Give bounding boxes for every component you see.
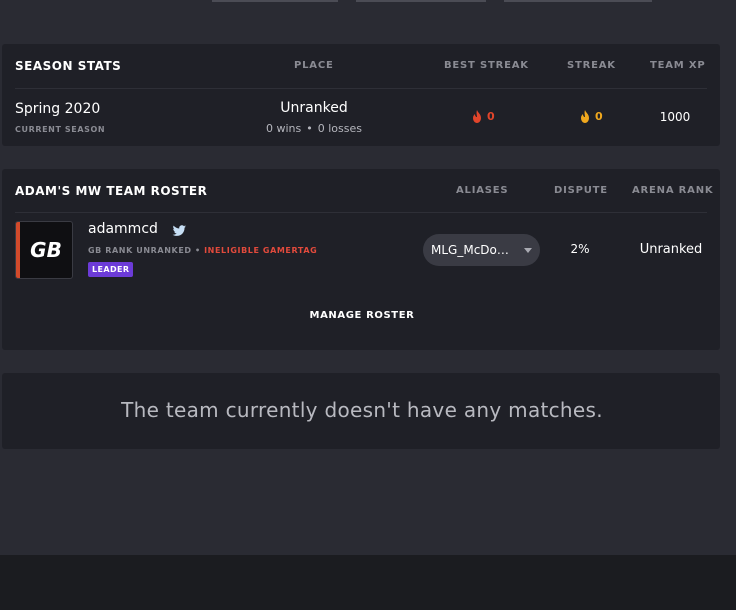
win-loss-record: 0 wins • 0 losses (242, 122, 386, 135)
manage-roster-button[interactable]: MANAGE ROSTER (292, 310, 432, 321)
season-stats-card: SEASON STATS PLACE BEST STREAK STREAK TE… (2, 44, 720, 146)
tab-indicator[interactable] (356, 0, 486, 2)
wins-count: 0 wins (265, 122, 302, 135)
streak-value: 0 (595, 110, 603, 123)
matches-card: The team currently doesn't have any matc… (2, 373, 720, 449)
separator-dot: • (306, 122, 313, 135)
alias-selected-value: MLG_McDo… (431, 243, 509, 257)
streak-cell: 0 (580, 110, 603, 123)
season-name: Spring 2020 (15, 101, 101, 117)
empty-matches-message: The team currently doesn't have any matc… (121, 398, 603, 422)
streak-header: STREAK (567, 60, 616, 71)
aliases-header: ALIASES (456, 185, 509, 196)
gb-logo: GB (30, 238, 62, 262)
tab-indicator[interactable] (504, 0, 652, 2)
team-roster-card: ADAM'S MW TEAM ROSTER ALIASES DISPUTE AR… (2, 169, 720, 350)
ineligible-gamertag-warning: INELIGIBLE GAMERTAG (204, 246, 318, 255)
losses-count: 0 losses (317, 122, 362, 135)
divider (15, 212, 707, 213)
arena-rank-header: ARENA RANK (632, 185, 714, 196)
player-name[interactable]: adammcd (88, 221, 158, 237)
twitter-icon[interactable] (171, 223, 187, 239)
player-rank-line: GB RANK UNRANKED • INELIGIBLE GAMERTAG (88, 246, 318, 255)
footer-bar (0, 555, 736, 610)
best-streak-cell: 0 (472, 110, 495, 123)
leader-badge: LEADER (88, 262, 134, 277)
gb-rank: GB RANK UNRANKED (88, 246, 192, 255)
caret-down-icon (524, 248, 532, 253)
avatar-logo-text: GB (30, 238, 62, 262)
best-streak-value: 0 (487, 110, 495, 123)
season-stats-title: SEASON STATS (15, 59, 122, 73)
team-xp-header: TEAM XP (650, 60, 706, 71)
divider (15, 88, 707, 89)
season-subtitle: CURRENT SEASON (15, 125, 106, 134)
team-avatar[interactable]: GB (15, 221, 73, 279)
place-value: Unranked (280, 100, 348, 116)
arena-rank-value: Unranked (639, 242, 703, 257)
flame-icon (473, 110, 481, 123)
best-streak-header: BEST STREAK (444, 60, 529, 71)
dispute-value: 2% (570, 242, 590, 256)
top-tab-indicators (0, 0, 736, 2)
avatar-stripe (16, 222, 20, 278)
flame-icon (581, 110, 589, 123)
team-xp-value: 1000 (659, 110, 691, 124)
roster-title: ADAM'S MW TEAM ROSTER (15, 184, 208, 198)
alias-dropdown[interactable]: MLG_McDo… (423, 234, 540, 266)
dispute-header: DISPUTE (554, 185, 608, 196)
place-header: PLACE (294, 60, 334, 71)
tab-indicator[interactable] (212, 0, 338, 2)
